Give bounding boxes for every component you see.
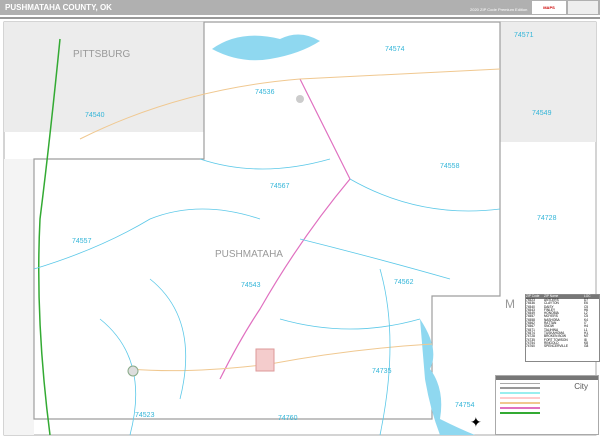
zip-label: 74574 bbox=[385, 46, 405, 53]
zip-label: 74735 bbox=[372, 368, 392, 375]
zip-label: 74728 bbox=[537, 215, 557, 222]
table-cell: 74760 bbox=[526, 344, 535, 349]
zip-label: 74760 bbox=[278, 415, 298, 422]
zip-label: 74549 bbox=[532, 110, 552, 117]
map-legend: City bbox=[495, 375, 599, 435]
zip-label: 74557 bbox=[72, 238, 92, 245]
zip-label: 74543 bbox=[241, 282, 261, 289]
zip-label: 74567 bbox=[270, 183, 290, 190]
zip-code-table: ZIP Code ZIP Name LOC 74523 ANTLERS D7 74536 C… bbox=[525, 294, 600, 362]
zip-label: 74571 bbox=[514, 32, 534, 39]
neighbor-label: M bbox=[505, 297, 515, 311]
zip-label: 74562 bbox=[394, 279, 414, 286]
title-bar: PUSHMATAHA COUNTY, OK 2020 ZIP Code Prem… bbox=[0, 0, 600, 15]
scale-info bbox=[568, 1, 598, 14]
zip-label: 74558 bbox=[440, 163, 460, 170]
county-label: PUSHMATAHA bbox=[215, 249, 283, 260]
table-cell: SPENCERVILLE bbox=[544, 344, 569, 349]
legend-city-label: City bbox=[574, 382, 588, 391]
zip-label: 74754 bbox=[455, 402, 475, 409]
map-title: PUSHMATAHA COUNTY, OK bbox=[5, 3, 112, 12]
zip-label: 74540 bbox=[85, 112, 105, 119]
zip-label: 74523 bbox=[135, 412, 155, 419]
table-row: 74760 SPENCERVILLE G8 bbox=[526, 344, 599, 349]
neighbor-label: PITTSBURG bbox=[73, 49, 131, 60]
logo: MAPS bbox=[532, 1, 566, 14]
compass-icon: ✦ bbox=[470, 414, 482, 430]
edition-label: 2020 ZIP Code Premium Edition bbox=[470, 7, 528, 12]
zip-label: 74536 bbox=[255, 89, 275, 96]
table-cell: G8 bbox=[584, 344, 589, 349]
